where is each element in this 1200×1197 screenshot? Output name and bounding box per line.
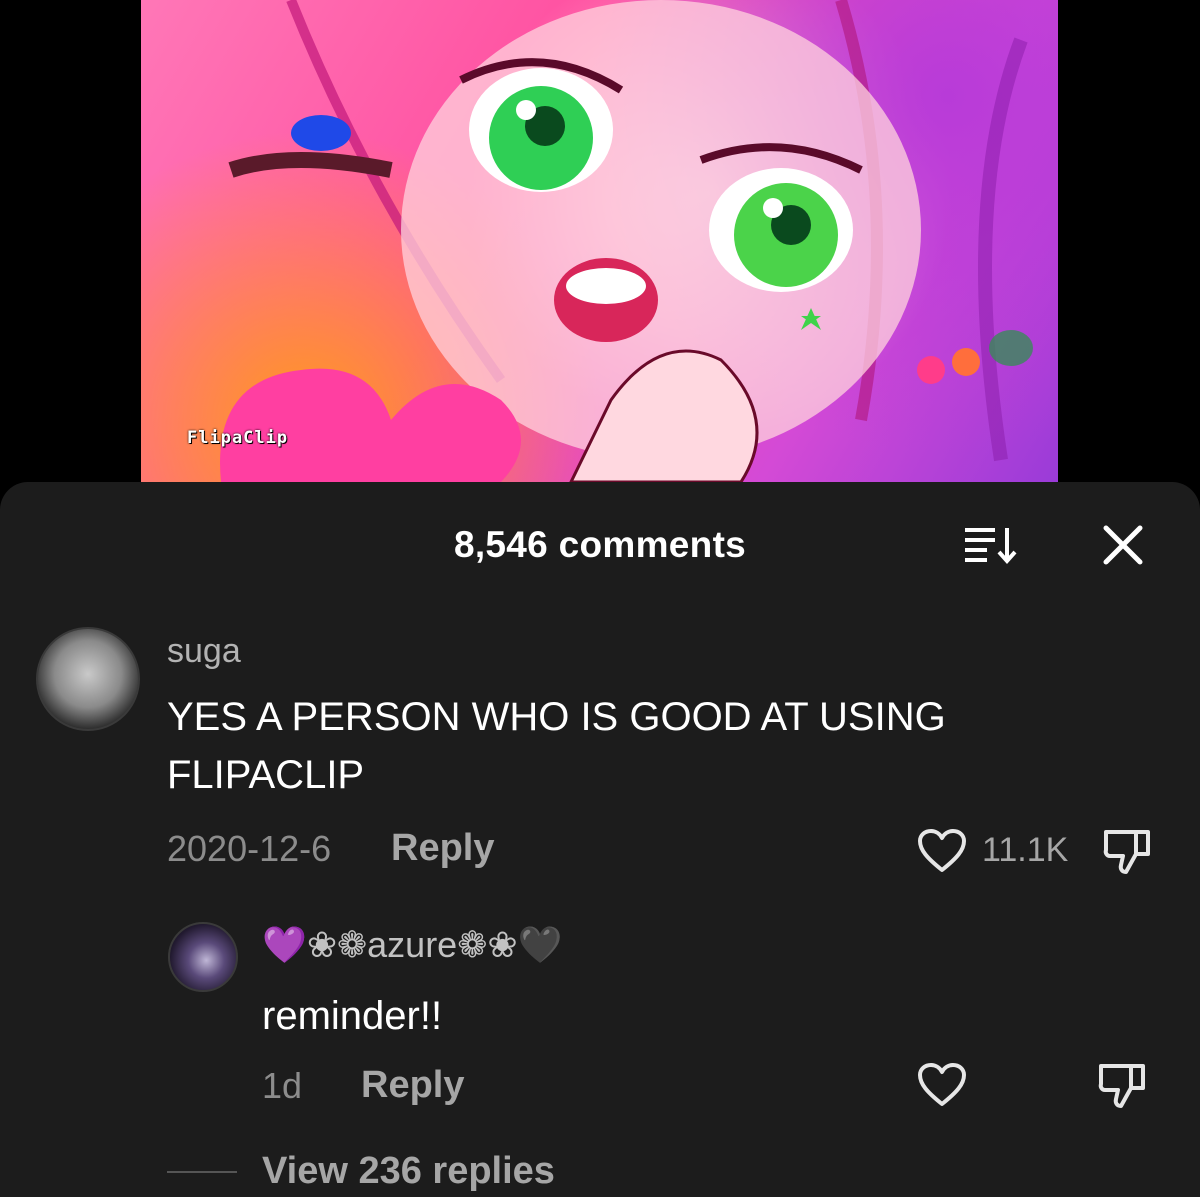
reply-button[interactable]: Reply [391, 827, 494, 870]
comments-count-title: 8,546 comments [453, 524, 747, 565]
reply-button[interactable]: Reply [361, 1064, 464, 1107]
thumbs-down-icon[interactable] [1102, 826, 1154, 876]
like-count: 11.1K [982, 831, 1069, 869]
view-replies-button[interactable]: View 236 replies [262, 1150, 555, 1193]
sort-descending-icon[interactable] [963, 524, 1019, 564]
replies-divider [167, 1171, 237, 1173]
user-avatar[interactable] [36, 627, 140, 731]
reply-text: reminder!! [262, 994, 443, 1038]
user-avatar[interactable] [168, 922, 238, 992]
video-frame[interactable]: FlipaClip [141, 0, 1058, 482]
flipaclip-watermark: FlipaClip [187, 428, 289, 448]
thumbs-down-icon[interactable] [1097, 1060, 1149, 1110]
close-icon[interactable] [1100, 522, 1146, 568]
comments-sheet: 8,546 comments suga YES A PERSON WHO IS … [0, 482, 1200, 1197]
comment-text: YES A PERSON WHO IS GOOD AT USING FLIPAC… [167, 695, 946, 797]
video-player[interactable]: FlipaClip [0, 0, 1200, 482]
video-artwork [220, 0, 1033, 482]
comment-username[interactable]: suga [167, 632, 241, 671]
heart-outline-icon[interactable] [917, 828, 967, 874]
heart-outline-icon[interactable] [917, 1062, 967, 1108]
reply-username[interactable]: 💜❀❁azure❁❀🖤 [262, 924, 562, 966]
comment-date: 2020-12-6 [167, 828, 332, 869]
reply-date: 1d [262, 1065, 303, 1106]
